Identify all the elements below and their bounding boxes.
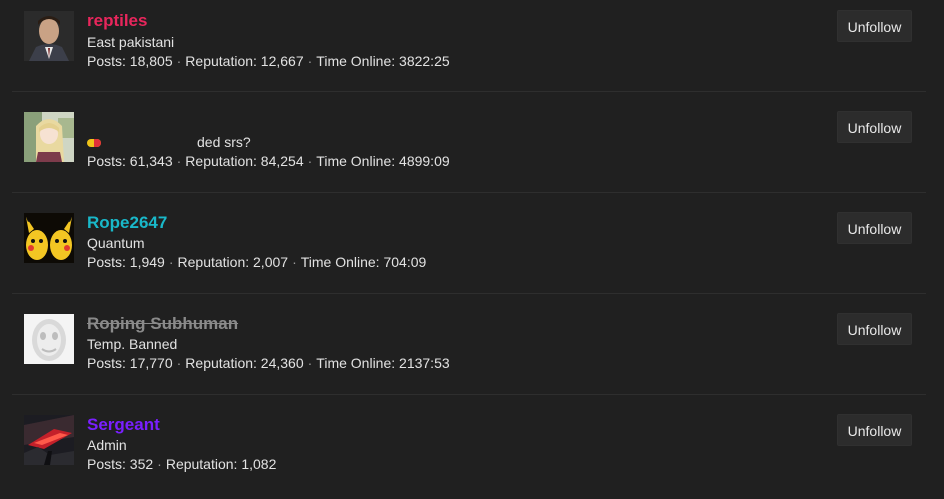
following-list: reptiles East pakistani Posts: 18,805 · Re… (0, 0, 944, 499)
reputation-count: 12,667 (260, 53, 304, 69)
unfollow-button[interactable]: Unfollow (837, 212, 912, 244)
reputation-count: 84,254 (260, 153, 304, 169)
reputation-count: 24,360 (260, 355, 304, 371)
posts-count: 17,770 (129, 355, 173, 371)
pill-icon (87, 139, 101, 148)
username[interactable]: Rope2647 (87, 213, 167, 233)
separator: · (307, 153, 313, 169)
avatar[interactable] (24, 11, 74, 61)
list-item: Roping Subhuman Temp. Banned Posts: 17,7… (12, 294, 926, 395)
username[interactable]: Roping Subhuman (87, 314, 238, 334)
user-title: East pakistani (87, 34, 175, 50)
posts-count: 61,343 (129, 153, 173, 169)
posts-label: Posts: (87, 355, 126, 371)
username[interactable]: Sergeant (87, 415, 160, 435)
list-item: Sergeant Admin Posts: 352 · Reputation: 1,… (12, 395, 926, 499)
avatar[interactable] (24, 314, 74, 364)
username[interactable]: reptiles (87, 11, 147, 31)
time-online-value: 3822:25 (399, 53, 450, 69)
avatar[interactable] (24, 213, 74, 263)
avatar[interactable] (24, 415, 74, 465)
reputation-label: Reputation: (165, 456, 238, 472)
user-title: Admin (87, 437, 127, 453)
reputation-label: Reputation: (177, 254, 250, 270)
unfollow-button[interactable]: Unfollow (837, 10, 912, 42)
user-title: Temp. Banned (87, 336, 178, 352)
separator: · (307, 355, 313, 371)
reputation-count: 1,082 (241, 456, 277, 472)
separator: · (176, 53, 182, 69)
user-stats: Posts: 61,343 · Reputation: 84,254 · Time On… (87, 153, 450, 169)
reputation-count: 2,007 (253, 254, 289, 270)
posts-label: Posts: (87, 456, 126, 472)
list-item: Rope2647 Quantum Posts: 1,949 · Reputation… (12, 193, 926, 294)
user-stats: Posts: 352 · Reputation: 1,082 (87, 456, 276, 472)
time-online-label: Time Online: (316, 53, 396, 69)
user-title-text: ded srs? (197, 134, 251, 150)
time-online-label: Time Online: (316, 355, 396, 371)
unfollow-button[interactable]: Unfollow (837, 414, 912, 446)
reputation-label: Reputation: (185, 53, 257, 69)
separator: · (157, 456, 162, 472)
unfollow-button[interactable]: Unfollow (837, 111, 912, 143)
reputation-label: Reputation: (185, 355, 257, 371)
posts-count: 352 (129, 456, 154, 472)
separator: · (168, 254, 174, 270)
user-title: ded srs? (87, 134, 251, 150)
separator: · (176, 153, 182, 169)
separator: · (176, 355, 182, 371)
list-item: ded srs? Posts: 61,343 · Reputation: 84,25… (12, 92, 926, 193)
posts-label: Posts: (87, 254, 126, 270)
time-online-label: Time Online: (316, 153, 396, 169)
avatar[interactable] (24, 112, 74, 162)
user-title: Quantum (87, 235, 145, 251)
user-stats: Posts: 1,949 · Reputation: 2,007 · Time Onli… (87, 254, 426, 270)
reputation-label: Reputation: (185, 153, 257, 169)
posts-label: Posts: (87, 153, 126, 169)
time-online-value: 4899:09 (399, 153, 450, 169)
user-stats: Posts: 17,770 · Reputation: 24,360 · Time On… (87, 355, 450, 371)
posts-count: 18,805 (129, 53, 173, 69)
posts-label: Posts: (87, 53, 126, 69)
time-online-label: Time Online: (300, 254, 380, 270)
list-item: reptiles East pakistani Posts: 18,805 · Re… (12, 0, 926, 92)
time-online-value: 704:09 (383, 254, 427, 270)
unfollow-button[interactable]: Unfollow (837, 313, 912, 345)
separator: · (307, 53, 313, 69)
time-online-value: 2137:53 (399, 355, 450, 371)
user-stats: Posts: 18,805 · Reputation: 12,667 · Time On… (87, 53, 450, 69)
posts-count: 1,949 (129, 254, 165, 270)
separator: · (292, 254, 297, 270)
